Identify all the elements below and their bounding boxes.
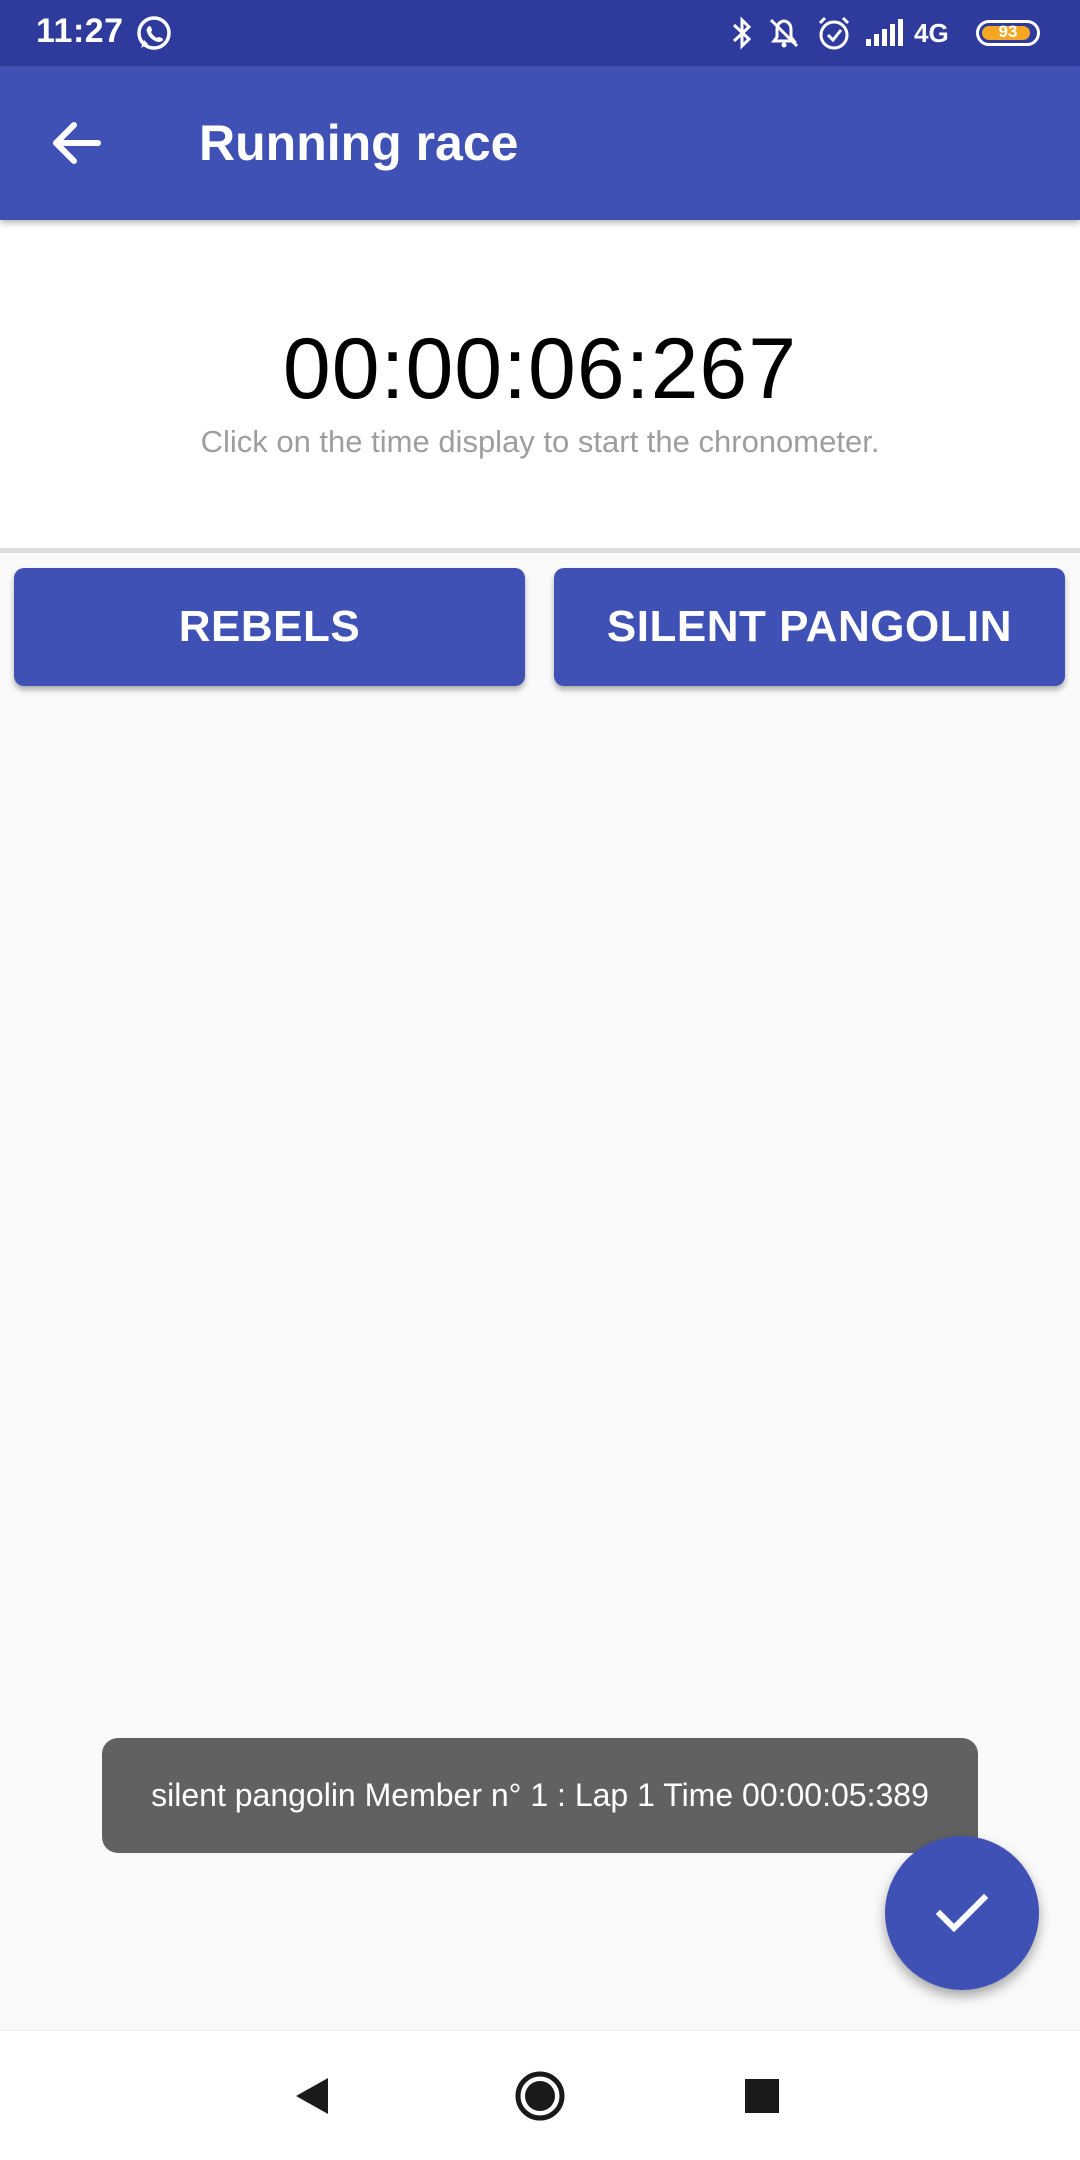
- app-bar: Running race: [0, 66, 1080, 220]
- chronometer-display[interactable]: 00:00:06:267: [0, 320, 1080, 419]
- screen: 11:27 4G 93 Running race 00:00:06:267 Cl…: [0, 0, 1080, 2160]
- divider: [0, 548, 1080, 553]
- arrow-back-icon: [53, 122, 101, 164]
- nav-recents-button[interactable]: [732, 2066, 792, 2126]
- confirm-fab[interactable]: [885, 1836, 1039, 1990]
- team-button-silent-pangolin[interactable]: SILENT PANGOLIN: [554, 568, 1065, 686]
- notifications-off-icon: [764, 13, 804, 53]
- chronometer-hint: Click on the time display to start the c…: [200, 424, 880, 459]
- back-button[interactable]: [36, 101, 120, 185]
- check-icon: [935, 1893, 989, 1933]
- page-title: Running race: [199, 115, 519, 171]
- nav-back-button[interactable]: [282, 2066, 342, 2126]
- whatsapp-icon: [134, 13, 174, 53]
- network-type: 4G: [914, 18, 949, 48]
- team-button-rebels[interactable]: REBELS: [14, 568, 525, 686]
- signal-icon: [864, 13, 904, 53]
- status-bar: 11:27 4G 93: [0, 0, 1080, 66]
- toast-message: silent pangolin Member n° 1 : Lap 1 Time…: [102, 1738, 978, 1853]
- navigation-bar: [0, 2030, 1080, 2160]
- alarm-icon: [814, 13, 854, 53]
- nav-home-icon: [515, 2071, 565, 2121]
- battery-percent: 93: [998, 22, 1018, 41]
- battery-icon: 93: [976, 20, 1040, 46]
- nav-home-button[interactable]: [510, 2066, 570, 2126]
- nav-recents-icon: [745, 2079, 779, 2113]
- bluetooth-icon: [722, 13, 762, 53]
- status-time: 11:27: [36, 12, 124, 50]
- nav-back-icon: [296, 2078, 328, 2114]
- timer-panel: 00:00:06:267 Click on the time display t…: [0, 220, 1080, 548]
